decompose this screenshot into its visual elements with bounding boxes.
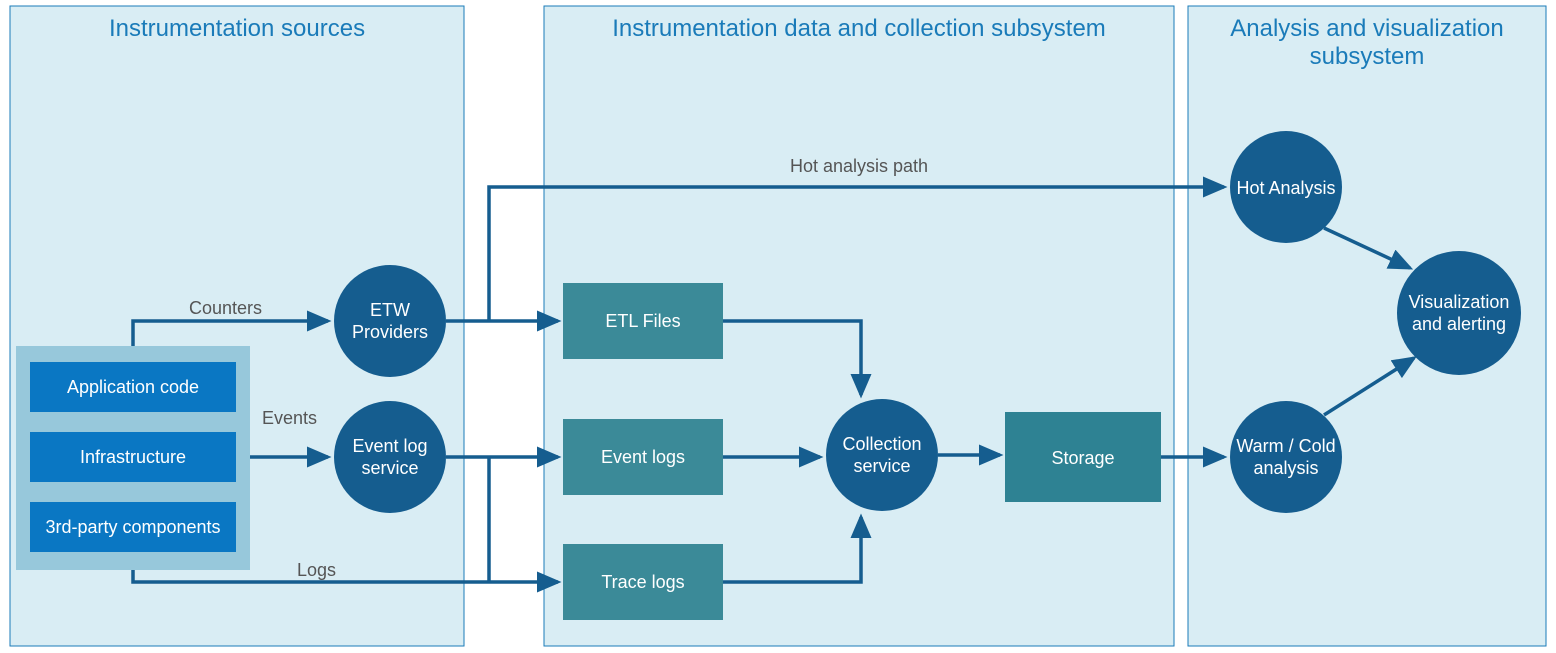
panel-analysis-title-l1: Analysis and visualization [1230, 15, 1503, 42]
node-event-logs: Event logs [563, 419, 723, 495]
panel-sources-title: Instrumentation sources [109, 15, 365, 42]
label-events: Events [262, 408, 317, 428]
svg-text:ETL Files: ETL Files [605, 311, 680, 331]
svg-text:Event logs: Event logs [601, 447, 685, 467]
svg-text:analysis: analysis [1253, 458, 1318, 478]
svg-text:Event log: Event log [352, 436, 427, 456]
node-etw-providers: ETW Providers [334, 265, 446, 377]
svg-text:Warm / Cold: Warm / Cold [1236, 436, 1335, 456]
node-warm-cold-analysis: Warm / Cold analysis [1230, 401, 1342, 513]
node-storage: Storage [1005, 412, 1161, 502]
svg-text:Providers: Providers [352, 322, 428, 342]
source-app-code: Application code [67, 377, 199, 397]
diagram-canvas: Instrumentation sources Instrumentation … [0, 0, 1556, 653]
svg-text:ETW: ETW [370, 300, 410, 320]
panel-analysis-title-l2: subsystem [1310, 43, 1425, 70]
svg-text:and alerting: and alerting [1412, 314, 1506, 334]
node-etl-files: ETL Files [563, 283, 723, 359]
source-infrastructure: Infrastructure [80, 447, 186, 467]
label-hot-path: Hot analysis path [790, 156, 928, 176]
panel-collection-title: Instrumentation data and collection subs… [612, 15, 1106, 42]
svg-text:service: service [853, 456, 910, 476]
svg-text:Trace logs: Trace logs [601, 572, 684, 592]
svg-text:Hot Analysis: Hot Analysis [1236, 178, 1335, 198]
svg-text:Storage: Storage [1051, 448, 1114, 468]
svg-text:Visualization: Visualization [1409, 292, 1510, 312]
source-third-party: 3rd-party components [45, 517, 220, 537]
sources-group: Application code Infrastructure 3rd-part… [16, 346, 250, 570]
svg-text:Collection: Collection [842, 434, 921, 454]
label-counters: Counters [189, 298, 262, 318]
node-hot-analysis: Hot Analysis [1230, 131, 1342, 243]
node-trace-logs: Trace logs [563, 544, 723, 620]
label-logs: Logs [297, 560, 336, 580]
svg-text:service: service [361, 458, 418, 478]
node-event-log-service: Event log service [334, 401, 446, 513]
node-visualization: Visualization and alerting [1397, 251, 1521, 375]
node-collection-service: Collection service [826, 399, 938, 511]
